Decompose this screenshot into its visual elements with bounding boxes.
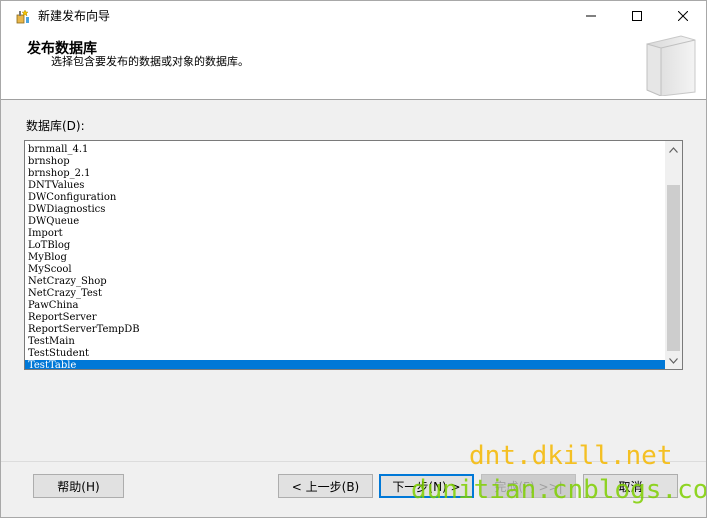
close-button[interactable]	[660, 1, 706, 31]
minimize-icon	[586, 15, 596, 17]
list-item[interactable]: DWDiagnostics	[25, 204, 668, 216]
scrollbar-thumb[interactable]	[667, 185, 680, 351]
list-item[interactable]: NetCrazy_Test	[25, 288, 668, 300]
vertical-scrollbar[interactable]	[665, 141, 682, 369]
title-bar[interactable]: 新建发布向导	[1, 1, 706, 31]
maximize-icon	[632, 11, 642, 21]
list-item[interactable]: DWConfiguration	[25, 192, 668, 204]
maximize-button[interactable]	[614, 1, 660, 31]
wizard-header: 发布数据库 选择包含要发布的数据或对象的数据库。	[1, 31, 706, 100]
database-book-icon	[646, 35, 696, 96]
help-button[interactable]: 帮助(H)	[33, 474, 124, 498]
list-item[interactable]: NetCrazy_Shop	[25, 276, 668, 288]
watermark-cnblogs: dunitian.cnblogs.com	[411, 475, 707, 505]
list-item[interactable]: Import	[25, 228, 668, 240]
close-icon	[678, 11, 688, 21]
chevron-down-icon	[669, 357, 678, 364]
list-item-selected[interactable]: TestTable	[25, 360, 668, 369]
minimize-button[interactable]	[568, 1, 614, 31]
list-item[interactable]: TestStudent	[25, 348, 668, 360]
list-item[interactable]: brnshop	[25, 156, 668, 168]
list-item[interactable]: ReportServer	[25, 312, 668, 324]
page-description: 选择包含要发布的数据或对象的数据库。	[51, 55, 249, 68]
list-item[interactable]: LoTBlog	[25, 240, 668, 252]
list-item[interactable]: DNTValues	[25, 180, 668, 192]
list-item[interactable]: brnshop_2.1	[25, 168, 668, 180]
publish-wizard-window: 新建发布向导 发布数据库 选择包含要发布的数据或对象的数据库。 数据库(D): …	[0, 0, 707, 518]
previous-button[interactable]: < 上一步(B)	[278, 474, 373, 498]
list-item[interactable]: PawChina	[25, 300, 668, 312]
list-item[interactable]: DWQueue	[25, 216, 668, 228]
window-title: 新建发布向导	[38, 9, 111, 23]
wizard-app-icon	[16, 9, 29, 24]
list-item[interactable]: TestMain	[25, 336, 668, 348]
list-item[interactable]: brnmall_4.1	[25, 144, 668, 156]
scroll-down-button[interactable]	[665, 352, 682, 369]
watermark-dkill: dnt.dkill.net	[469, 441, 673, 471]
database-listbox[interactable]: brnmall_4.1 brnshop brnshop_2.1 DNTValue…	[24, 140, 683, 370]
list-item[interactable]: MyScool	[25, 264, 668, 276]
scroll-up-button[interactable]	[665, 141, 682, 158]
list-item[interactable]: MyBlog	[25, 252, 668, 264]
database-list-label: 数据库(D):	[26, 119, 85, 133]
list-item[interactable]: ReportServerTempDB	[25, 324, 668, 336]
chevron-up-icon	[669, 146, 678, 153]
